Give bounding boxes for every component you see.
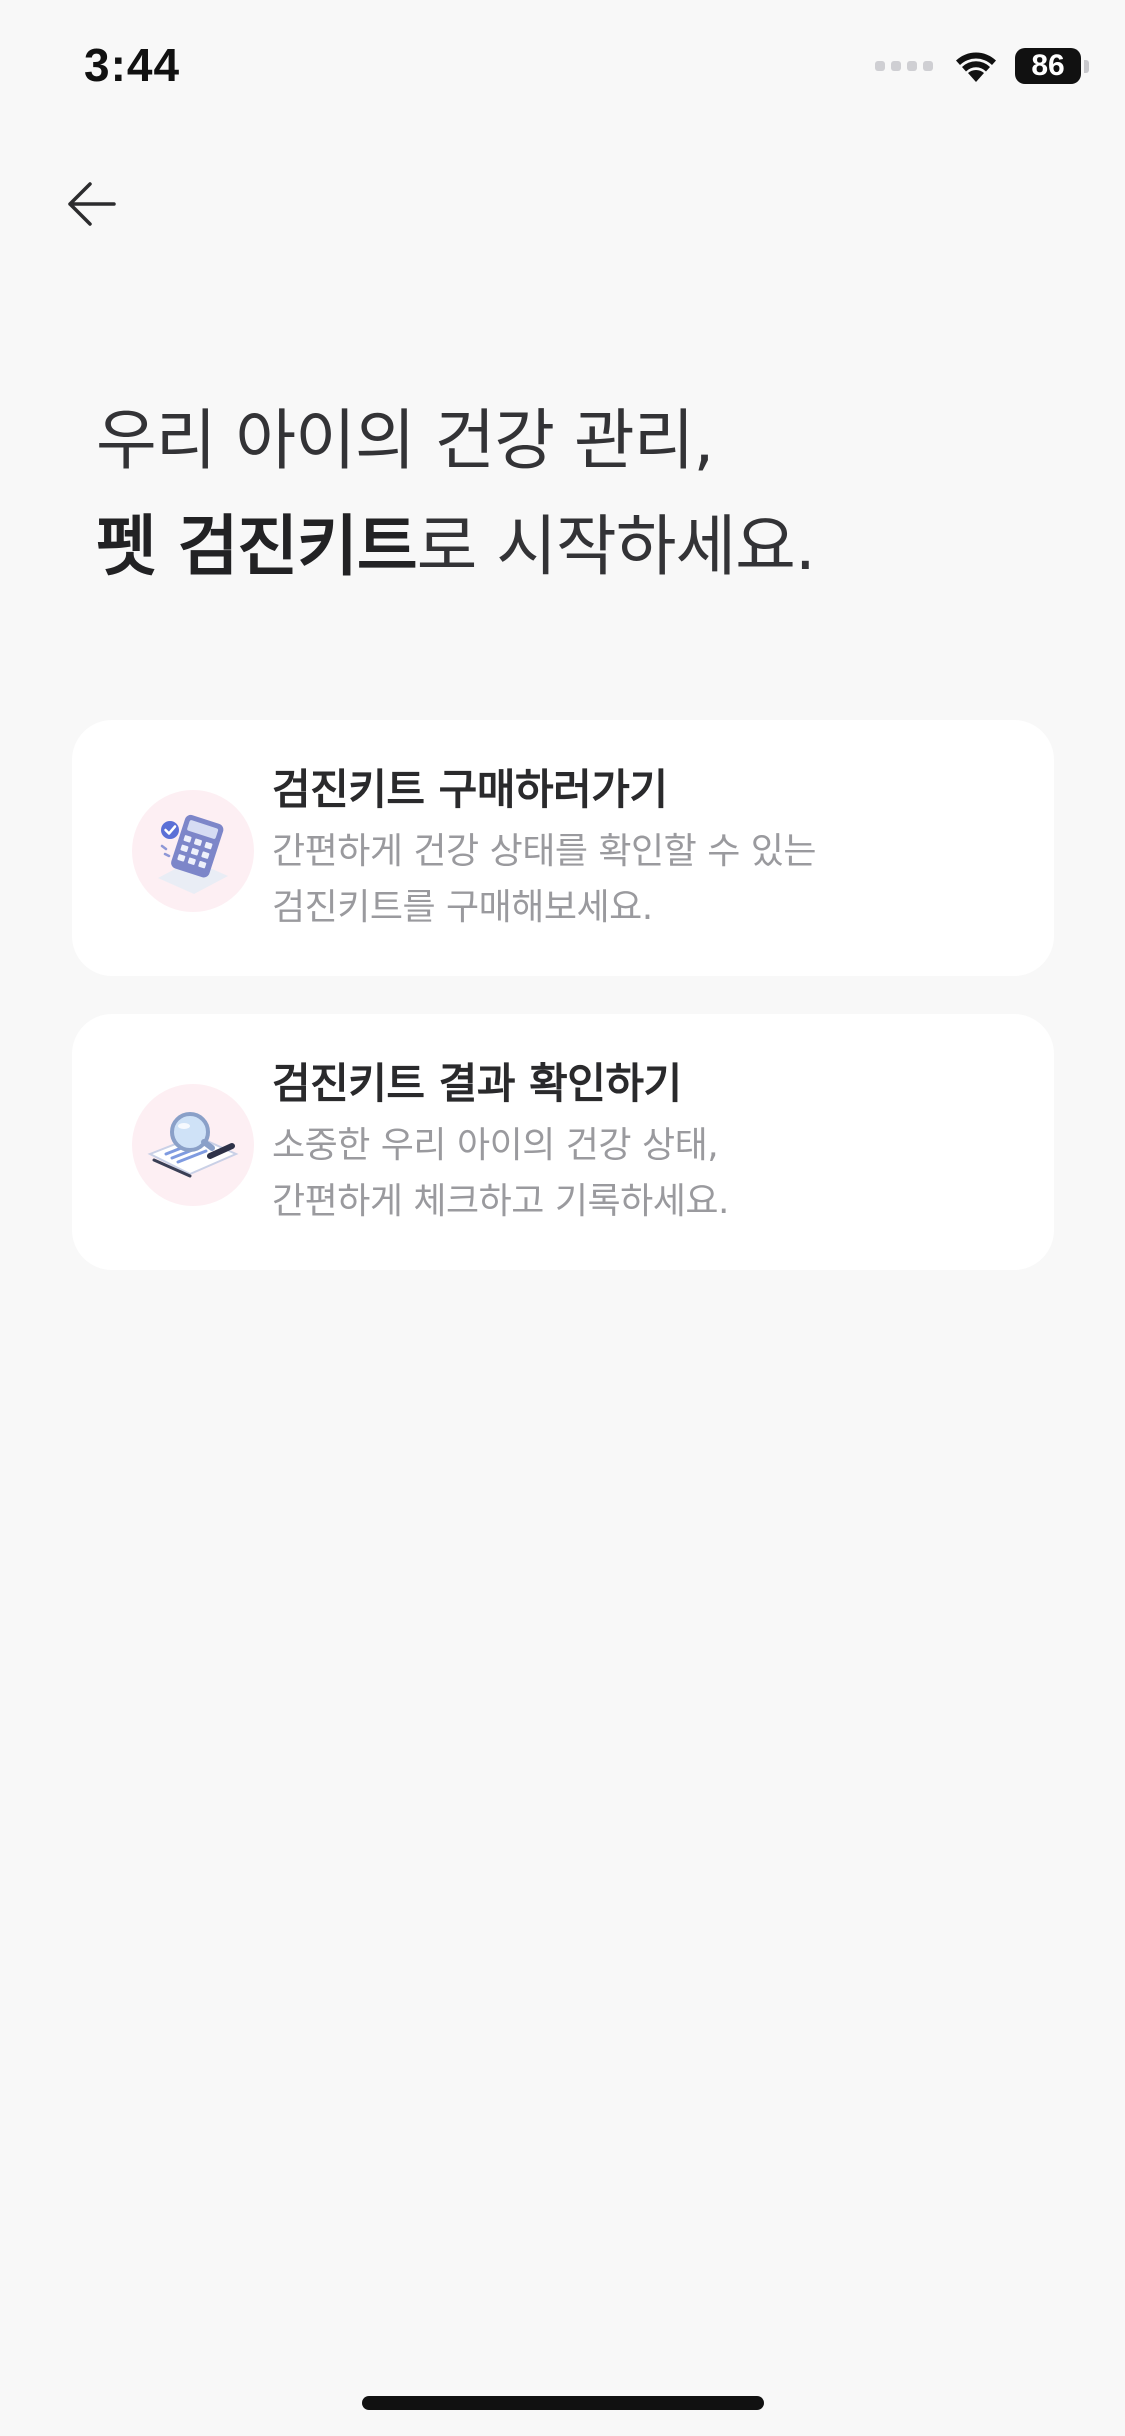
headline-line-1: 우리 아이의 건강 관리,: [96, 402, 714, 479]
battery-icon: 86: [1015, 48, 1089, 84]
buy-kit-title: 검진키트 구매하러가기: [272, 765, 668, 814]
check-result-title: 검진키트 결과 확인하기: [272, 1059, 682, 1108]
buy-kit-description: 간편하게 건강 상태를 확인할 수 있는 검진키트를 구매해보세요.: [272, 824, 1012, 936]
arrow-left-icon: [68, 182, 116, 226]
check-result-desc-line-2: 간편하게 체크하고 기록하세요.: [272, 1181, 729, 1222]
check-result-desc-line-1: 소중한 우리 아이의 건강 상태,: [272, 1125, 719, 1166]
back-button[interactable]: [56, 168, 128, 240]
buy-kit-desc-line-1: 간편하게 건강 상태를 확인할 수 있는: [272, 831, 817, 872]
headline-line-2: 펫 검진키트로 시작하세요.: [96, 494, 1056, 600]
buy-kit-card[interactable]: 검진키트 구매하러가기 간편하게 건강 상태를 확인할 수 있는 검진키트를 구…: [72, 720, 1054, 976]
wifi-icon: [956, 52, 996, 82]
magnifier-report-icon: [132, 1084, 254, 1206]
headline-emphasis: 펫 검진키트: [96, 508, 418, 585]
headline-line-2-rest: 로 시작하세요.: [416, 508, 816, 585]
status-icons: 86: [875, 48, 1089, 84]
check-result-card[interactable]: 검진키트 결과 확인하기 소중한 우리 아이의 건강 상태, 간편하게 체크하고…: [72, 1014, 1054, 1270]
check-result-description: 소중한 우리 아이의 건강 상태, 간편하게 체크하고 기록하세요.: [272, 1118, 1012, 1230]
status-bar: 3:44 86: [0, 0, 1125, 140]
buy-kit-desc-line-2: 검진키트를 구매해보세요.: [272, 887, 653, 928]
battery-level: 86: [1031, 49, 1065, 82]
home-indicator: [362, 2396, 764, 2410]
page-headline: 우리 아이의 건강 관리, 펫 검진키트로 시작하세요.: [96, 388, 1056, 600]
status-time: 3:44: [84, 39, 181, 91]
calculator-check-icon: [132, 790, 254, 912]
signal-dots-icon: [875, 61, 933, 71]
